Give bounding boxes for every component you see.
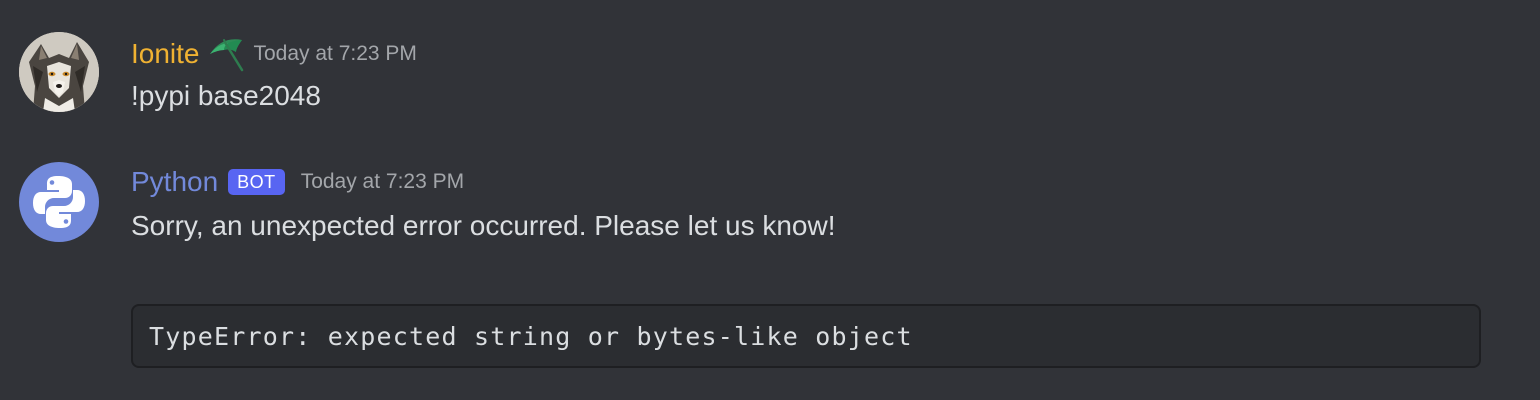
code-block-text: TypeError: expected string or bytes-like… xyxy=(149,322,913,351)
message-header: Python BOT Today at 7:23 PM xyxy=(131,164,464,200)
chat-message-list: Ionite Today at 7:23 PM !pypi base2048 P… xyxy=(0,0,1540,400)
umbrella-icon xyxy=(206,34,248,74)
message-timestamp: Today at 7:23 PM xyxy=(253,42,417,65)
code-block: TypeError: expected string or bytes-like… xyxy=(131,304,1481,368)
message-content: Sorry, an unexpected error occurred. Ple… xyxy=(131,210,836,241)
python-logo-avatar-icon[interactable] xyxy=(19,162,99,242)
message-timestamp: Today at 7:23 PM xyxy=(300,170,465,193)
wolf-avatar-icon[interactable] xyxy=(19,32,99,112)
author-name[interactable]: Ionite xyxy=(131,36,200,72)
bot-badge: BOT xyxy=(228,169,285,195)
message-content: !pypi base2048 xyxy=(131,80,321,111)
message-header: Ionite Today at 7:23 PM xyxy=(131,34,417,74)
author-name[interactable]: Python xyxy=(131,164,218,200)
